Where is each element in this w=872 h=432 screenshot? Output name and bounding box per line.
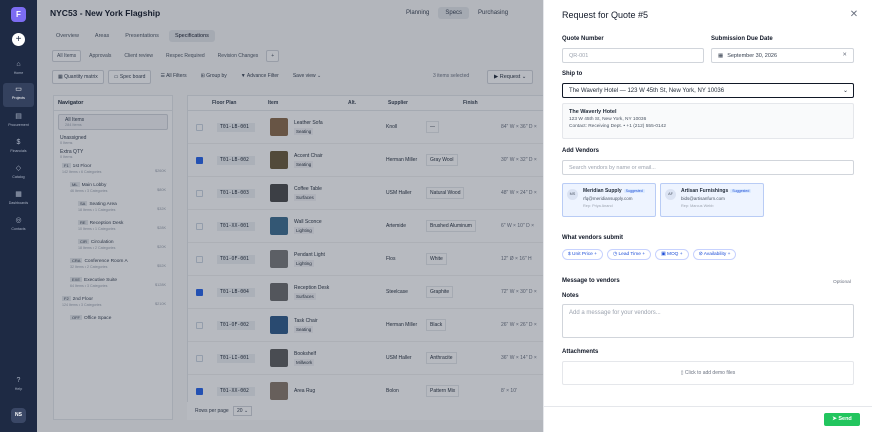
suggested-badge: Suggested	[730, 189, 752, 193]
attachments-dropzone[interactable]: ▯ Click to add demo files	[562, 361, 854, 385]
rail-item-catalog[interactable]: ◇ Catalog	[3, 162, 34, 186]
vendor-card[interactable]: MS Meridian Supply Suggested rfq@meridiansu…	[562, 183, 656, 217]
vendor-avatar: MS	[567, 189, 578, 200]
folder-icon: ▭	[15, 86, 22, 93]
check-circle-icon: ⊘	[698, 252, 703, 257]
rail-item-projects[interactable]: ▭ Projects	[3, 83, 34, 107]
suggested-badge: Suggested	[623, 189, 645, 193]
rail-item-procurement[interactable]: ▤ Procurement	[3, 110, 34, 134]
notes-textarea[interactable]: Add a message for your vendors...	[562, 304, 854, 338]
dollar-icon: $	[16, 139, 21, 146]
add-vendors-label: Add Vendors	[562, 148, 600, 154]
document-icon: ▤	[15, 113, 22, 120]
clock-icon: ◷	[612, 252, 618, 257]
clear-date-icon[interactable]: ✕	[842, 52, 847, 58]
help-nav-item[interactable]: ? Help	[3, 374, 34, 398]
rail-item-dashboards[interactable]: ▦ Dashboards	[3, 188, 34, 212]
dollar-icon: $	[568, 252, 571, 257]
quote-number-label: Quote Number	[562, 36, 604, 42]
ship-to-select[interactable]: The Waverly Hotel — 123 W 45th St, New Y…	[562, 83, 854, 98]
ship-to-label: Ship to	[562, 71, 583, 77]
app-logo[interactable]: F	[11, 7, 26, 22]
plus-icon: +	[594, 252, 597, 257]
vendor-card[interactable]: AF Artisan Furnishings Suggested bids@artis…	[660, 183, 764, 217]
contacts-icon: ◎	[15, 217, 22, 224]
close-icon[interactable]: ✕	[848, 9, 860, 21]
calendar-icon: ▦	[718, 53, 724, 59]
notes-label: Notes	[562, 293, 579, 299]
send-icon: ➤	[832, 416, 837, 422]
box-icon: ◇	[15, 165, 22, 172]
plus-icon: +	[727, 252, 731, 257]
home-icon: ⌂	[16, 61, 21, 68]
vendor-avatar: AF	[665, 189, 676, 200]
message-label: Message to vendors	[562, 278, 620, 284]
rfq-panel: Request for Quote #5 ✕ Quote Number QR-0…	[543, 0, 872, 432]
file-icon: ▯	[680, 370, 684, 376]
rail-item-home[interactable]: ⌂ Home	[3, 58, 34, 82]
panel-footer: ➤ Send	[544, 406, 872, 432]
quote-number-input[interactable]: QR-001	[562, 48, 704, 63]
panel-title: Request for Quote #5	[562, 10, 649, 20]
plus-icon: +	[679, 252, 683, 257]
submit-chip-unit-price[interactable]: $ Unit Price +	[562, 249, 603, 260]
submit-chip-moq[interactable]: ▣ MOQ +	[655, 249, 689, 260]
due-date-input[interactable]: ▦ September 30, 2026 ✕	[711, 48, 854, 63]
ship-to-address-card: The Waverly Hotel 123 W 45th St, New Yor…	[562, 103, 854, 139]
attachments-label: Attachments	[562, 349, 599, 355]
optional-label: Optional	[833, 280, 851, 285]
modal-backdrop[interactable]	[37, 0, 543, 432]
rail-item-contacts[interactable]: ◎ Contacts	[3, 214, 34, 238]
grid-icon: ▦	[15, 191, 22, 198]
user-avatar[interactable]: NS	[11, 408, 26, 423]
send-button[interactable]: ➤ Send	[824, 413, 860, 426]
vendors-submit-label: What vendors submit	[562, 235, 624, 241]
add-button[interactable]: +	[12, 33, 25, 46]
submit-chip-availability[interactable]: ⊘ Availability +	[692, 249, 737, 260]
plus-icon: +	[642, 252, 646, 257]
chevron-down-icon: ⌄	[842, 88, 848, 94]
rail-item-financials[interactable]: $ Financials	[3, 136, 34, 160]
box-icon: ▣	[661, 252, 666, 257]
submit-chip-lead-time[interactable]: ◷ Lead Time +	[606, 249, 652, 260]
help-icon: ?	[16, 377, 21, 384]
vendor-search-input[interactable]: Search vendors by name or email...	[562, 160, 854, 175]
due-date-label: Submission Due Date	[711, 36, 773, 42]
submit-fields: $ Unit Price + ◷ Lead Time + ▣ MOQ + ⊘ Avai…	[562, 249, 737, 260]
left-rail: F + ⌂ Home ▭ Projects ▤ Procurement $ Financial…	[0, 0, 37, 432]
